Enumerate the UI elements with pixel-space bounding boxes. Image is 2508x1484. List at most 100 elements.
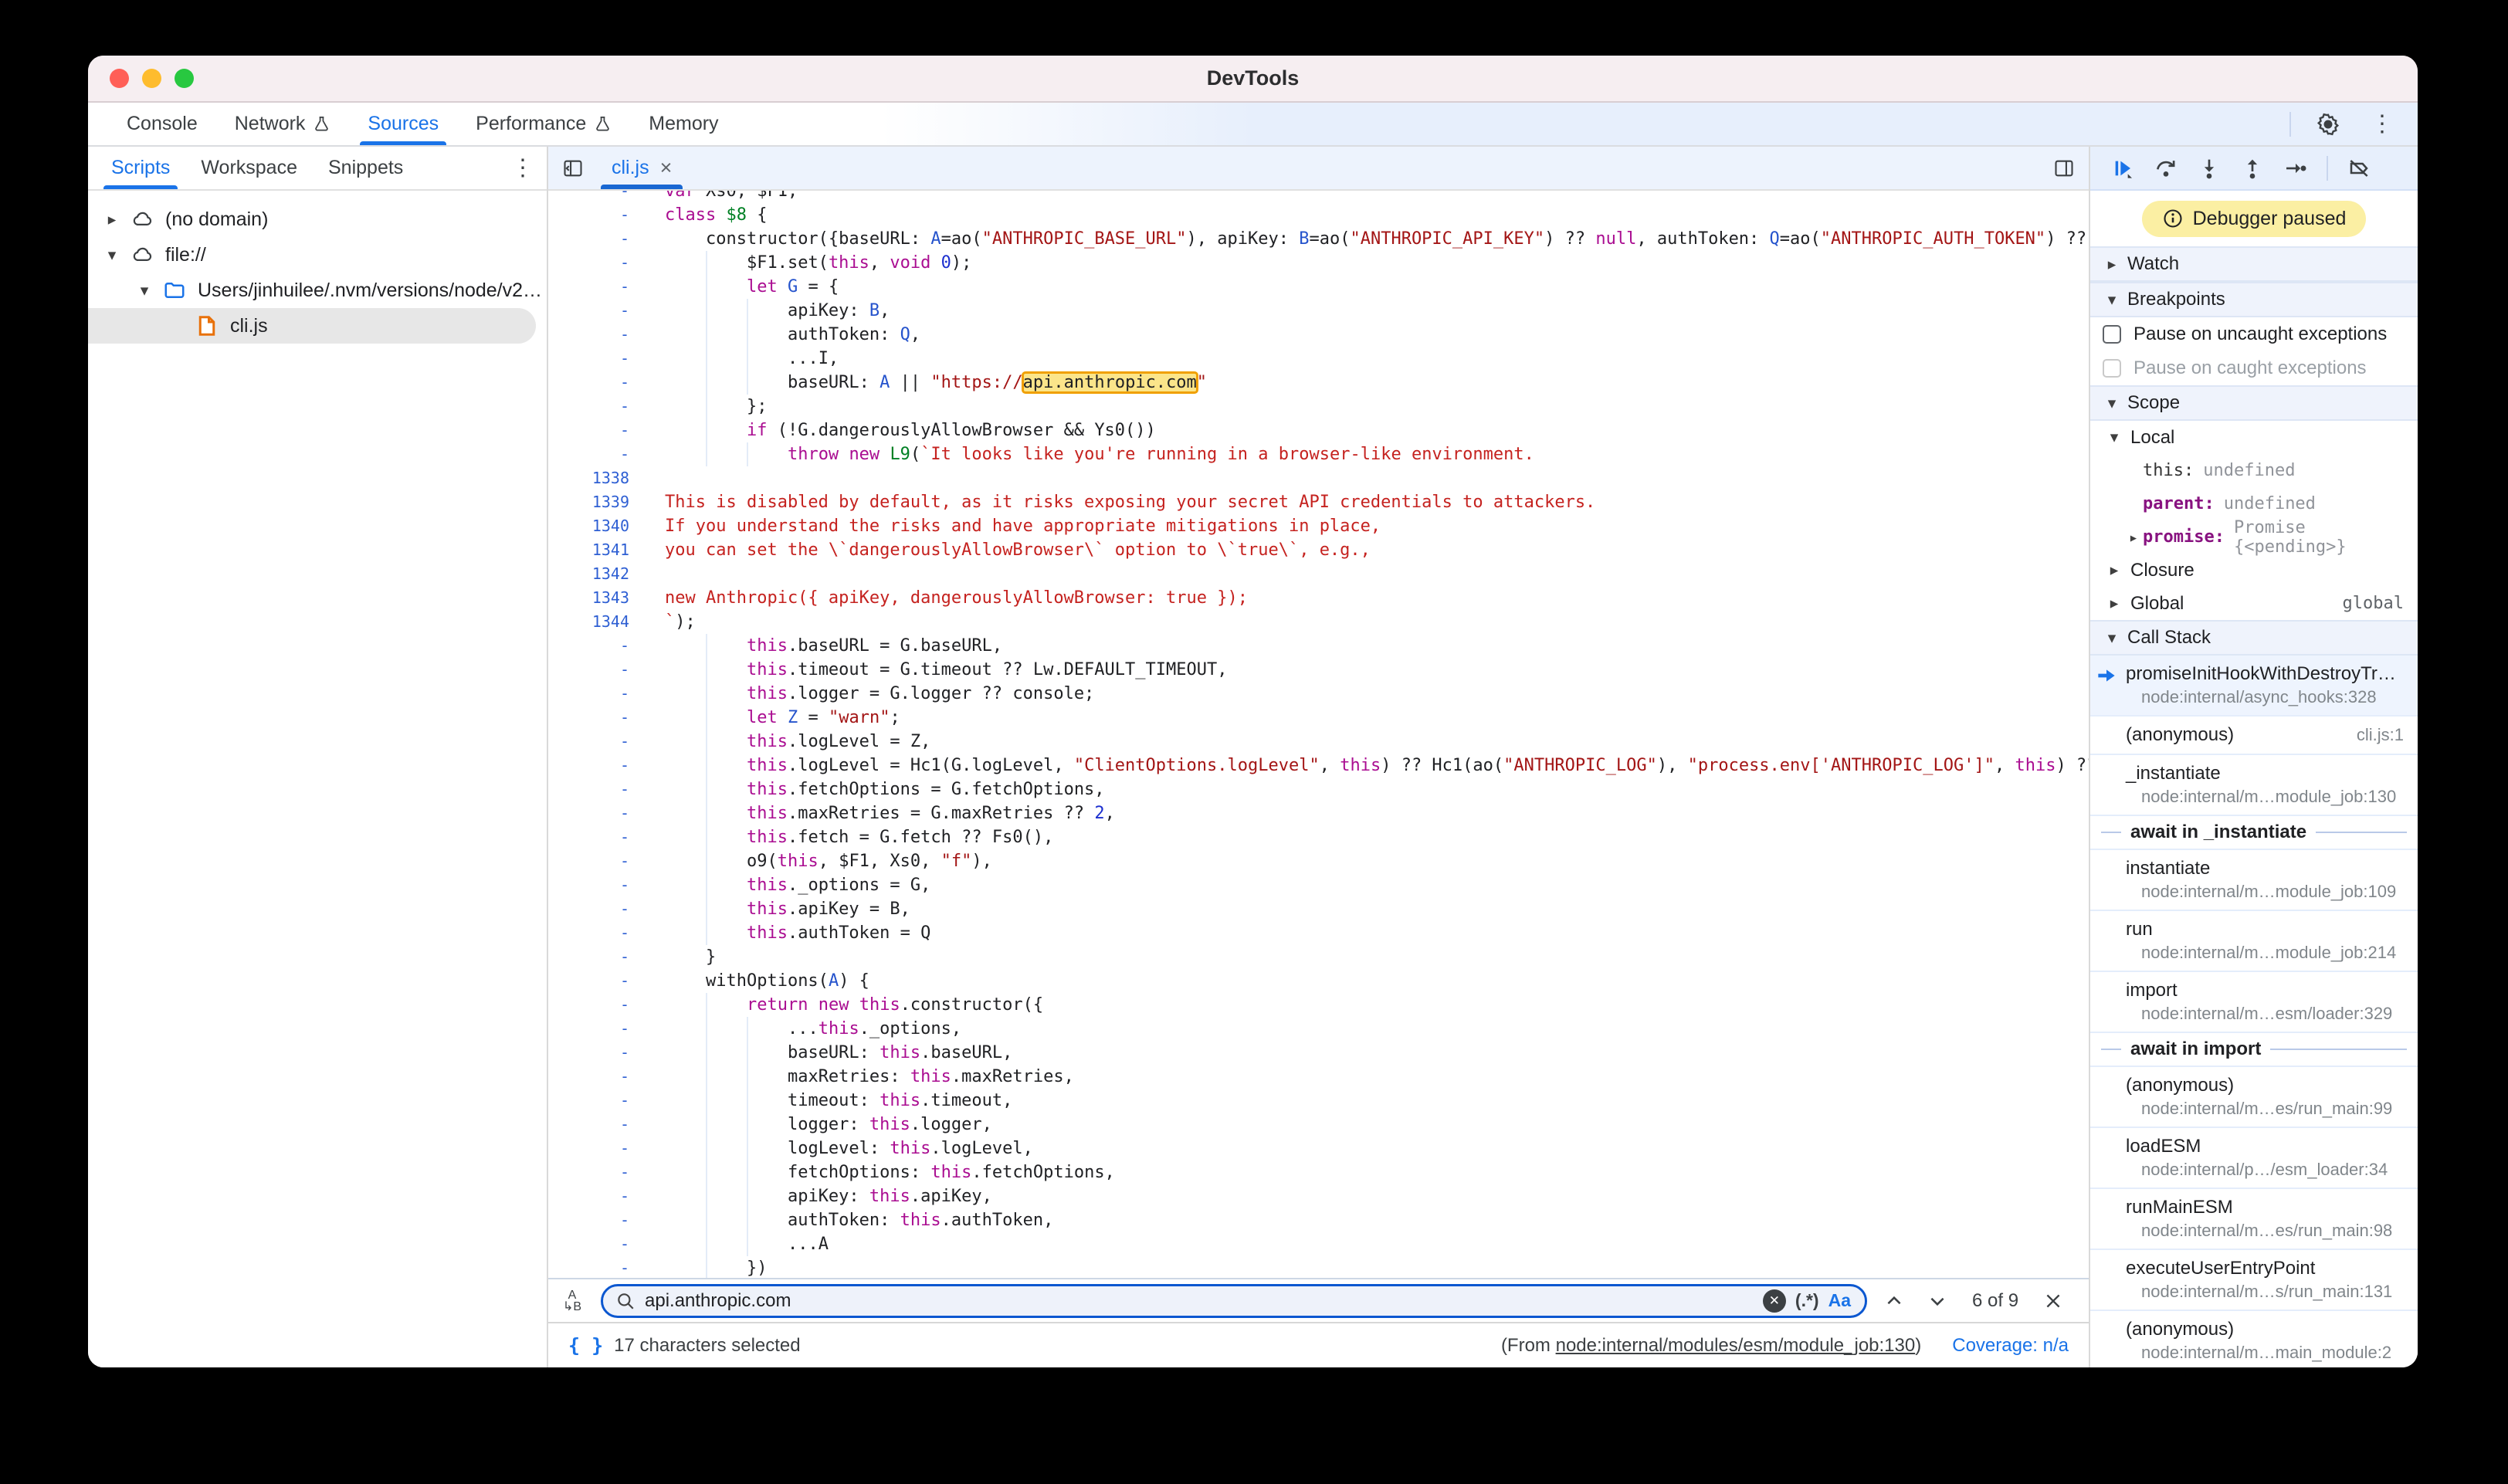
call-stack-frame[interactable]: loadESMnode:internal/p…/esm_loader:34	[2090, 1128, 2418, 1189]
scope-group-local[interactable]: ▾Local	[2090, 421, 2418, 454]
line-number-gutter[interactable]: -	[548, 275, 652, 299]
line-number-gutter[interactable]: -	[548, 778, 652, 801]
line-number-gutter[interactable]: -	[548, 1160, 652, 1184]
breakpoint-option[interactable]: Pause on caught exceptions	[2090, 351, 2418, 385]
main-tab-sources[interactable]: Sources	[349, 103, 457, 145]
call-stack-frame[interactable]: runnode:internal/m…module_job:214	[2090, 911, 2418, 972]
line-number-gutter[interactable]: -	[548, 801, 652, 825]
toggle-right-sidebar-icon[interactable]	[2047, 151, 2081, 185]
call-stack-frame[interactable]: _instantiatenode:internal/m…module_job:1…	[2090, 755, 2418, 816]
resume-script-icon[interactable]	[2104, 151, 2141, 185]
clear-search-icon[interactable]: ✕	[1763, 1289, 1786, 1313]
code-editor[interactable]: -var Xs0, $F1;-class $8 {- constructor({…	[548, 191, 2089, 1278]
line-number-gutter[interactable]: -	[548, 1137, 652, 1160]
line-number-gutter[interactable]: -	[548, 825, 652, 849]
source-map-link[interactable]: node:internal/modules/esm/module_job:130	[1556, 1335, 1916, 1356]
more-options-kebab-icon[interactable]: ⋮	[2365, 107, 2399, 141]
line-number-gutter[interactable]: 1344	[548, 610, 652, 634]
navigator-tab-snippets[interactable]: Snippets	[313, 147, 419, 189]
format-pretty-print-icon[interactable]: { }	[568, 1334, 603, 1357]
tree-item-file-[interactable]: ▾file://	[88, 237, 547, 273]
coverage-status[interactable]: Coverage: n/a	[1952, 1335, 2069, 1357]
line-number-gutter[interactable]: -	[548, 1089, 652, 1113]
line-number-gutter[interactable]: -	[548, 347, 652, 371]
call-stack-frame[interactable]: promiseInitHookWithDestroyTr…node:intern…	[2090, 656, 2418, 717]
line-number-gutter[interactable]: -	[548, 873, 652, 897]
line-number-gutter[interactable]: -	[548, 1184, 652, 1208]
tree-item-users-jinhuilee-nvm-versions-node-v2-[interactable]: ▾Users/jinhuilee/.nvm/versions/node/v2…	[88, 273, 547, 308]
previous-match-icon[interactable]	[1878, 1285, 1910, 1317]
close-search-icon[interactable]	[2037, 1285, 2069, 1317]
tree-item-cli-js[interactable]: cli.js	[88, 308, 536, 344]
section-call-stack[interactable]: ▾Call Stack	[2090, 620, 2418, 656]
main-tab-performance[interactable]: Performance	[457, 103, 630, 145]
main-tab-console[interactable]: Console	[108, 103, 216, 145]
line-number-gutter[interactable]: 1342	[548, 562, 652, 586]
editor-tab-close-icon[interactable]: ×	[660, 156, 673, 180]
line-number-gutter[interactable]: -	[548, 1113, 652, 1137]
line-number-gutter[interactable]: -	[548, 371, 652, 395]
line-number-gutter[interactable]: 1343	[548, 586, 652, 610]
regex-toggle[interactable]: (.*)	[1795, 1290, 1819, 1311]
section-breakpoints[interactable]: ▾Breakpoints	[2090, 282, 2418, 317]
main-tab-network[interactable]: Network	[216, 103, 350, 145]
line-number-gutter[interactable]: -	[548, 227, 652, 251]
tree-item--no-domain-[interactable]: ▸(no domain)	[88, 202, 547, 237]
call-stack-frame[interactable]: instantiatenode:internal/m…module_job:10…	[2090, 850, 2418, 911]
step-icon[interactable]	[2277, 151, 2314, 185]
breakpoint-option[interactable]: Pause on uncaught exceptions	[2090, 317, 2418, 351]
navigator-tab-workspace[interactable]: Workspace	[185, 147, 313, 189]
line-number-gutter[interactable]: -	[548, 993, 652, 1017]
call-stack-frame[interactable]: (anonymous)node:internal/m…main_module:2	[2090, 1311, 2418, 1367]
line-number-gutter[interactable]: -	[548, 1208, 652, 1232]
line-number-gutter[interactable]: -	[548, 730, 652, 754]
line-number-gutter[interactable]: -	[548, 1232, 652, 1256]
line-number-gutter[interactable]: 1341	[548, 538, 652, 562]
line-number-gutter[interactable]: -	[548, 969, 652, 993]
line-number-gutter[interactable]: -	[548, 682, 652, 706]
line-number-gutter[interactable]: -	[548, 897, 652, 921]
call-stack-frame[interactable]: runMainESMnode:internal/m…es/run_main:98	[2090, 1189, 2418, 1250]
line-number-gutter[interactable]: 1338	[548, 466, 652, 490]
line-number-gutter[interactable]: -	[548, 323, 652, 347]
tree-caret-icon[interactable]: ▾	[131, 281, 158, 300]
line-number-gutter[interactable]: -	[548, 203, 652, 227]
line-number-gutter[interactable]: -	[548, 634, 652, 658]
scope-group-closure[interactable]: ▸Closure	[2090, 554, 2418, 587]
scope-property-promise[interactable]: ▸promise:Promise {<pending>}	[2090, 520, 2418, 554]
line-number-gutter[interactable]: -	[548, 299, 652, 323]
line-number-gutter[interactable]: -	[548, 395, 652, 418]
tree-caret-icon[interactable]: ▾	[99, 246, 125, 265]
line-number-gutter[interactable]: -	[548, 1017, 652, 1041]
deactivate-breakpoints-icon[interactable]	[2340, 151, 2378, 185]
section-scope[interactable]: ▾Scope	[2090, 385, 2418, 421]
line-number-gutter[interactable]: -	[548, 945, 652, 969]
scope-property-parent[interactable]: parent:undefined	[2090, 487, 2418, 520]
line-number-gutter[interactable]: -	[548, 1065, 652, 1089]
scope-group-global[interactable]: ▸Globalglobal	[2090, 587, 2418, 620]
replace-toggle-icon[interactable]: A↳B	[554, 1289, 590, 1313]
navigator-tab-scripts[interactable]: Scripts	[96, 147, 185, 189]
editor-tab-clijs[interactable]: cli.js ×	[596, 147, 687, 189]
line-number-gutter[interactable]: -	[548, 1041, 652, 1065]
checkbox[interactable]	[2103, 325, 2121, 344]
settings-gear-icon[interactable]	[2311, 107, 2345, 141]
line-number-gutter[interactable]: 1340	[548, 514, 652, 538]
match-case-toggle[interactable]: Aa	[1828, 1290, 1851, 1311]
scope-property-this[interactable]: this:undefined	[2090, 454, 2418, 487]
line-number-gutter[interactable]: -	[548, 849, 652, 873]
line-number-gutter[interactable]: -	[548, 921, 652, 945]
line-number-gutter[interactable]: 1339	[548, 490, 652, 514]
call-stack-frame[interactable]: (anonymous)node:internal/m…es/run_main:9…	[2090, 1067, 2418, 1128]
search-field[interactable]: ✕ (.*) Aa	[601, 1284, 1867, 1318]
line-number-gutter[interactable]: -	[548, 1256, 652, 1278]
tree-caret-icon[interactable]: ▸	[99, 210, 125, 229]
line-number-gutter[interactable]: -	[548, 706, 652, 730]
navigator-more-tabs-icon[interactable]: ⋮	[511, 154, 534, 181]
call-stack-frame[interactable]: importnode:internal/m…esm/loader:329	[2090, 972, 2418, 1033]
section-watch[interactable]: ▸Watch	[2090, 246, 2418, 282]
step-over-icon[interactable]	[2147, 151, 2184, 185]
line-number-gutter[interactable]: -	[548, 191, 652, 203]
call-stack-frame[interactable]: executeUserEntryPointnode:internal/m…s/r…	[2090, 1250, 2418, 1311]
main-tab-memory[interactable]: Memory	[630, 103, 737, 145]
